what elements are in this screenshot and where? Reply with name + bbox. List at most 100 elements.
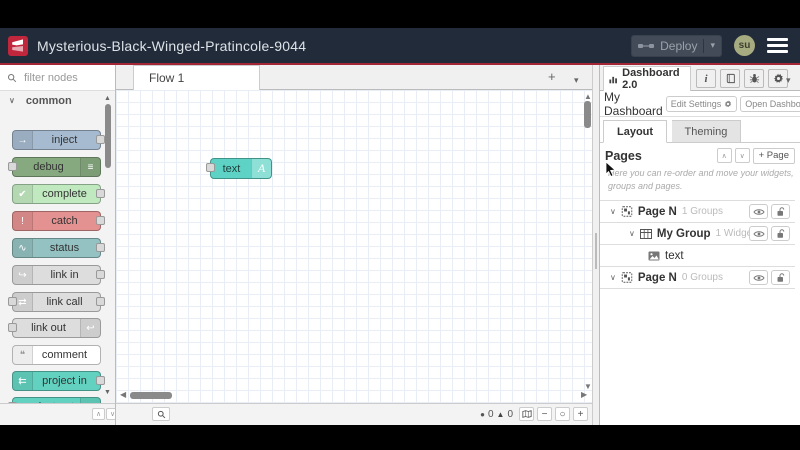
gear-icon <box>724 99 732 107</box>
add-flow-button[interactable]: + <box>548 69 556 85</box>
palette-scroll-up-icon[interactable]: ▲ <box>104 95 111 102</box>
collapse-all-button[interactable]: ∧ <box>92 408 105 420</box>
chevron-down-icon[interactable]: ∨ <box>629 229 635 238</box>
zoom-in-button[interactable]: + <box>573 407 588 421</box>
tree-row-label: text <box>665 249 684 262</box>
palette-node-label: catch <box>51 215 78 227</box>
tab-dashboard-2[interactable]: Dashboard 2.0 <box>603 66 691 91</box>
tab-info-button[interactable]: i <box>696 69 716 88</box>
tab-flow-1[interactable]: Flow 1 <box>133 65 260 90</box>
pages-header: Pages ∧ ∨ + Page <box>605 147 795 164</box>
move-page-down-button[interactable]: ∨ <box>734 148 750 163</box>
canvas-vscrollbar-thumb[interactable] <box>584 101 591 128</box>
tree-row[interactable]: ∨ Page N 1 Groups <box>600 201 795 223</box>
node-input-port[interactable] <box>206 163 215 172</box>
lock-button[interactable] <box>771 226 790 241</box>
chevron-down-icon[interactable]: ∨ <box>610 207 616 216</box>
pages-tree: ∨ Page N1 Groups ∨ My Group 1 Widgets text ∨ Pa… <box>600 200 795 289</box>
lock-button[interactable] <box>771 204 790 219</box>
palette-node-label: link out <box>31 322 66 334</box>
canvas-scroll-up-icon[interactable]: ▲ <box>584 93 592 101</box>
link-out-icon: ↩ <box>80 319 100 337</box>
palette-node-complete[interactable]: ✔ complete <box>12 184 105 204</box>
palette-node-link-out[interactable]: ↩ link out <box>8 318 101 338</box>
zoom-reset-button[interactable]: ○ <box>555 407 570 421</box>
expand-all-button[interactable]: ∨ <box>106 408 115 420</box>
visibility-button[interactable] <box>749 270 768 285</box>
tab-theming[interactable]: Theming <box>671 120 742 143</box>
flow-tab-bar: Flow 1 + ▾ <box>116 65 592 90</box>
canvas-hscrollbar-thumb[interactable] <box>130 392 172 399</box>
sidebar-splitter[interactable] <box>592 65 600 425</box>
canvas-scroll-right-icon[interactable]: ▶ <box>581 391 587 399</box>
palette-node-label: project in <box>42 375 87 387</box>
deploy-button[interactable]: Deploy ▾ <box>631 34 722 57</box>
tree-row[interactable]: ∨ My Group 1 Widgets <box>600 223 795 245</box>
main-menu-button[interactable] <box>767 35 788 56</box>
tab-layout[interactable]: Layout <box>603 120 668 143</box>
palette-node-comment[interactable]: ❝ comment <box>12 345 101 365</box>
tree-row[interactable]: text <box>600 245 795 267</box>
palette-category-label: common <box>25 94 72 107</box>
table-icon <box>639 228 652 239</box>
flow-tab-label: Flow 1 <box>149 71 185 85</box>
add-page-button[interactable]: + Page <box>752 147 795 164</box>
deploy-caret-icon[interactable]: ▾ <box>710 40 715 51</box>
palette-node-link-in[interactable]: ↪ link in <box>12 265 105 285</box>
pages-description: Here you can re-order and move your widg… <box>608 168 794 192</box>
text-widget-icon: A <box>251 159 271 178</box>
flow-canvas[interactable] <box>116 90 592 425</box>
image-icon <box>648 251 660 261</box>
canvas-scroll-left-icon[interactable]: ◀ <box>120 391 126 399</box>
palette-node-debug[interactable]: ≡ debug <box>8 157 101 177</box>
tree-row[interactable]: ∨ Page N 0 Groups <box>600 267 795 289</box>
palette-node-inject[interactable]: → inject <box>12 130 105 150</box>
palette-node-link-call[interactable]: ⇄ link call <box>8 292 105 312</box>
palette-search[interactable] <box>0 65 115 91</box>
flow-list-caret-icon[interactable]: ▾ <box>574 72 579 88</box>
workspace-footer: ● 0 ▲ 0 − ○ + <box>116 403 592 425</box>
palette-node-label: complete <box>42 188 87 200</box>
main-area: ∨ common → inject ≡ debug ✔ complete ! catch ∿ st… <box>0 65 800 425</box>
link-in-icon: ↪ <box>13 266 33 284</box>
palette-node-label: comment <box>41 349 88 361</box>
lock-button[interactable] <box>771 270 790 285</box>
palette-scroll-down-icon[interactable]: ▼ <box>104 389 111 396</box>
search-flows-button[interactable] <box>152 407 170 421</box>
dashboard-subtabs: Layout Theming <box>600 120 800 143</box>
tab-config-button[interactable] <box>768 69 788 88</box>
canvas-node-label: text <box>222 162 241 175</box>
debug-icon: ≡ <box>80 158 100 176</box>
search-icon <box>7 73 17 82</box>
node-red-editor: Mysterious-Black-Winged-Pratincole-9044 … <box>0 0 800 450</box>
palette-scrollbar-thumb[interactable] <box>105 104 111 168</box>
comment-icon: ❝ <box>13 346 33 364</box>
palette-node-project-in[interactable]: ⇇ project in <box>12 371 105 391</box>
workspace: Flow 1 + ▾ text A ▲ ▼ ◀ ▶ ● 0 ▲ 0 − ○ + <box>116 65 592 425</box>
flow-title: Mysterious-Black-Winged-Pratincole-9044 <box>37 37 307 54</box>
palette-node-catch[interactable]: ! catch <box>12 211 105 231</box>
visibility-button[interactable] <box>749 226 768 241</box>
filter-nodes-input[interactable] <box>22 70 104 85</box>
visibility-button[interactable] <box>749 204 768 219</box>
tab-debug-button[interactable] <box>744 69 764 88</box>
toggle-navigator-button[interactable] <box>519 407 534 421</box>
node-port-left <box>8 162 17 171</box>
sidebar-menu-caret-icon[interactable]: ▾ <box>786 72 791 88</box>
node-port-right <box>96 297 105 306</box>
zoom-out-button[interactable]: − <box>537 407 552 421</box>
tab-help-button[interactable] <box>720 69 740 88</box>
user-avatar[interactable]: su <box>734 35 755 56</box>
edit-settings-button[interactable]: Edit Settings <box>665 95 738 112</box>
node-port-right <box>96 216 105 225</box>
node-port-left <box>8 323 17 332</box>
chevron-down-icon[interactable]: ∨ <box>610 273 616 282</box>
palette-node-status[interactable]: ∿ status <box>12 238 105 258</box>
move-page-up-button[interactable]: ∧ <box>716 148 732 163</box>
open-dashboard-button[interactable]: Open Dashboard <box>740 95 800 112</box>
node-port-left <box>8 297 17 306</box>
tree-row-label: Page N <box>637 271 677 284</box>
canvas-node-text[interactable]: text A <box>206 158 272 179</box>
palette-category-common[interactable]: ∨ common <box>0 91 115 110</box>
palette-node-label: status <box>49 242 80 254</box>
